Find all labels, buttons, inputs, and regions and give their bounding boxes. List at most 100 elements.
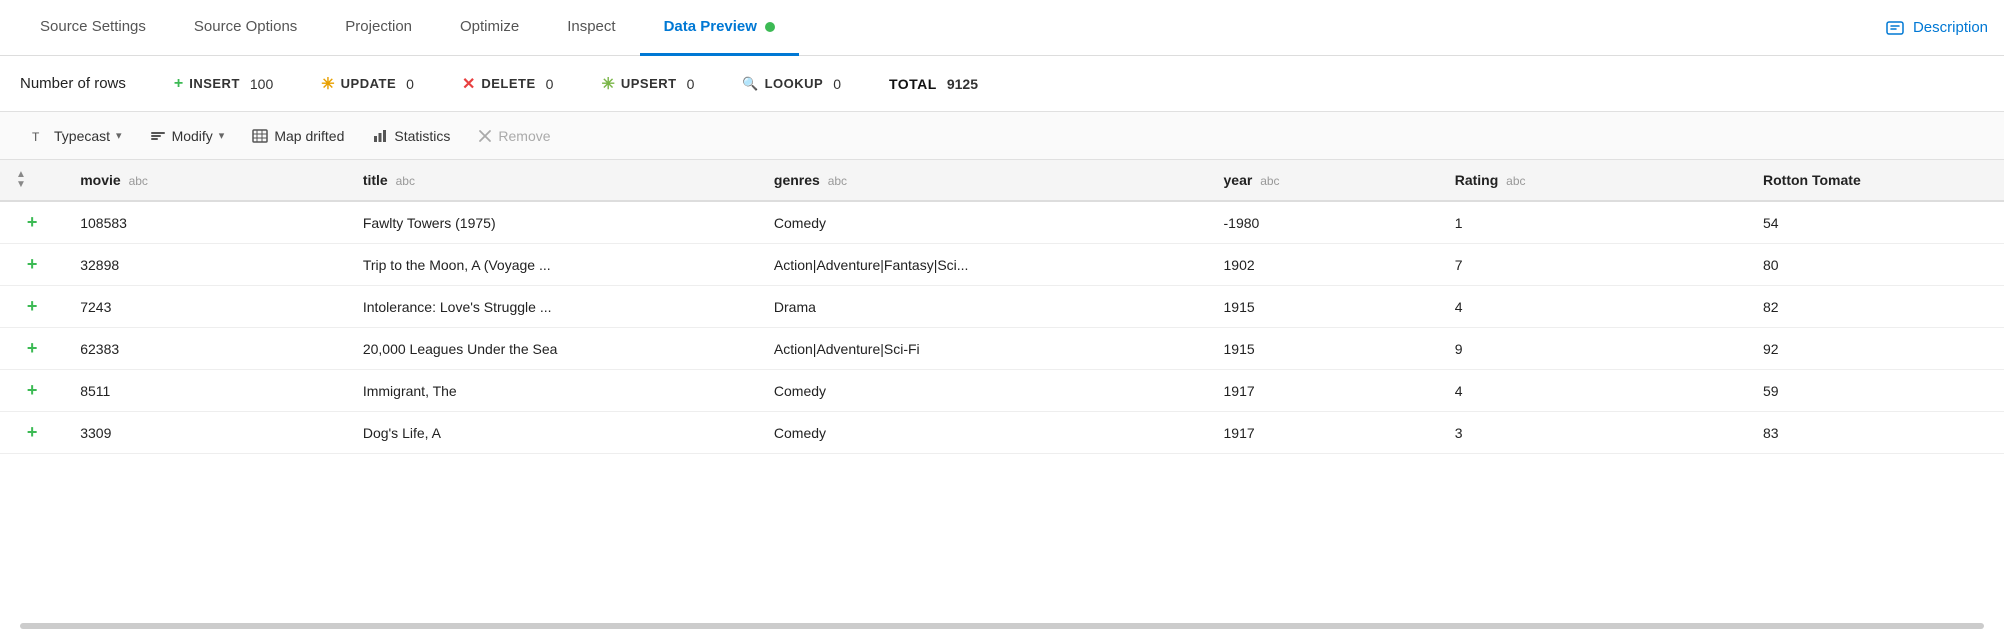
tab-inspect[interactable]: Inspect xyxy=(543,0,639,56)
cell-movie: 108583 xyxy=(64,201,347,244)
table-row: + 3309 Dog's Life, A Comedy 1917 3 83 xyxy=(0,412,2004,454)
tab-projection[interactable]: Projection xyxy=(321,0,436,56)
cell-genres: Comedy xyxy=(758,370,1208,412)
col-header-genres[interactable]: genres abc xyxy=(758,160,1208,201)
col-header-year[interactable]: year abc xyxy=(1208,160,1439,201)
row-add-cell[interactable]: + xyxy=(0,412,64,454)
row-add-cell[interactable]: + xyxy=(0,370,64,412)
cell-genres: Drama xyxy=(758,286,1208,328)
cell-movie: 3309 xyxy=(64,412,347,454)
cell-genres: Comedy xyxy=(758,201,1208,244)
col-year-type: abc xyxy=(1260,174,1279,188)
cell-title: Fawlty Towers (1975) xyxy=(347,201,758,244)
col-header-rotton-tomato[interactable]: Rotton Tomate xyxy=(1747,160,2004,201)
col-header-sort[interactable]: ▲▼ xyxy=(0,160,64,201)
row-add-icon[interactable]: + xyxy=(27,254,38,274)
cell-genres: Action|Adventure|Sci-Fi xyxy=(758,328,1208,370)
row-add-cell[interactable]: + xyxy=(0,328,64,370)
stat-upsert: ✳ UPSERT 0 xyxy=(601,74,694,94)
lookup-label: LOOKUP xyxy=(765,76,824,91)
col-genres-type: abc xyxy=(828,174,847,188)
stat-insert: + INSERT 100 xyxy=(174,75,273,93)
tab-source-settings[interactable]: Source Settings xyxy=(16,0,170,56)
cell-rotton-tomato: 92 xyxy=(1747,328,2004,370)
tab-inspect-label: Inspect xyxy=(567,18,615,35)
cell-movie: 8511 xyxy=(64,370,347,412)
upsert-value: 0 xyxy=(687,76,695,92)
col-header-title[interactable]: title abc xyxy=(347,160,758,201)
col-rating-type: abc xyxy=(1506,174,1525,188)
modify-button[interactable]: Modify ▾ xyxy=(138,122,237,150)
remove-button[interactable]: Remove xyxy=(466,122,562,150)
tab-data-preview[interactable]: Data Preview xyxy=(640,0,799,56)
cell-year: 1917 xyxy=(1208,370,1439,412)
cell-year: -1980 xyxy=(1208,201,1439,244)
map-drifted-label: Map drifted xyxy=(274,128,344,144)
stat-total: TOTAL 9125 xyxy=(889,76,978,92)
description-button[interactable]: Description xyxy=(1885,18,1988,38)
map-drifted-icon xyxy=(252,128,268,144)
table-row: + 32898 Trip to the Moon, A (Voyage ... … xyxy=(0,244,2004,286)
cell-rotton-tomato: 80 xyxy=(1747,244,2004,286)
col-rotton-tomato-label: Rotton Tomate xyxy=(1763,172,1861,188)
tab-optimize[interactable]: Optimize xyxy=(436,0,543,56)
cell-year: 1915 xyxy=(1208,328,1439,370)
row-add-icon[interactable]: + xyxy=(27,422,38,442)
lookup-value: 0 xyxy=(833,76,841,92)
table-row: + 7243 Intolerance: Love's Struggle ... … xyxy=(0,286,2004,328)
cell-rating: 4 xyxy=(1439,370,1747,412)
insert-icon: + xyxy=(174,75,183,93)
row-add-cell[interactable]: + xyxy=(0,286,64,328)
col-header-rating[interactable]: Rating abc xyxy=(1439,160,1747,201)
delete-label: DELETE xyxy=(481,76,535,91)
cell-movie: 32898 xyxy=(64,244,347,286)
table-header-row: ▲▼ movie abc title abc genres abc year a… xyxy=(0,160,2004,201)
horizontal-scrollbar[interactable] xyxy=(20,623,1984,629)
row-add-cell[interactable]: + xyxy=(0,201,64,244)
cell-title: Intolerance: Love's Struggle ... xyxy=(347,286,758,328)
tab-source-settings-label: Source Settings xyxy=(40,18,146,35)
cell-rotton-tomato: 59 xyxy=(1747,370,2004,412)
col-header-movie[interactable]: movie abc xyxy=(64,160,347,201)
stat-lookup: 🔍 LOOKUP 0 xyxy=(742,76,841,92)
rows-label: Number of rows xyxy=(20,75,126,92)
statistics-label: Statistics xyxy=(394,128,450,144)
row-add-icon[interactable]: + xyxy=(27,212,38,232)
cell-rating: 1 xyxy=(1439,201,1747,244)
sort-icon: ▲▼ xyxy=(16,170,26,190)
col-title-type: abc xyxy=(396,174,415,188)
row-add-cell[interactable]: + xyxy=(0,244,64,286)
cell-movie: 62383 xyxy=(64,328,347,370)
insert-label: INSERT xyxy=(189,76,240,91)
map-drifted-button[interactable]: Map drifted xyxy=(240,122,356,150)
description-label: Description xyxy=(1913,19,1988,36)
table-row: + 62383 20,000 Leagues Under the Sea Act… xyxy=(0,328,2004,370)
row-add-icon[interactable]: + xyxy=(27,380,38,400)
col-movie-label: movie xyxy=(80,172,120,188)
tab-source-options[interactable]: Source Options xyxy=(170,0,321,56)
row-add-icon[interactable]: + xyxy=(27,338,38,358)
col-movie-type: abc xyxy=(129,174,148,188)
tab-source-options-label: Source Options xyxy=(194,18,297,35)
modify-icon xyxy=(150,128,166,144)
update-icon: ✳ xyxy=(321,74,334,94)
typecast-button[interactable]: T Typecast ▾ xyxy=(20,122,134,150)
delete-value: 0 xyxy=(546,76,554,92)
cell-title: Immigrant, The xyxy=(347,370,758,412)
total-value: 9125 xyxy=(947,76,978,92)
statistics-button[interactable]: Statistics xyxy=(360,122,462,150)
upsert-label: UPSERT xyxy=(621,76,677,91)
cell-year: 1915 xyxy=(1208,286,1439,328)
cell-title: 20,000 Leagues Under the Sea xyxy=(347,328,758,370)
cell-rating: 3 xyxy=(1439,412,1747,454)
update-label: UPDATE xyxy=(341,76,396,91)
delete-icon: ✕ xyxy=(462,74,475,94)
lookup-icon: 🔍 xyxy=(742,76,758,92)
cell-title: Trip to the Moon, A (Voyage ... xyxy=(347,244,758,286)
svg-text:T: T xyxy=(32,130,40,144)
update-value: 0 xyxy=(406,76,414,92)
remove-icon xyxy=(478,129,492,143)
remove-label: Remove xyxy=(498,128,550,144)
row-add-icon[interactable]: + xyxy=(27,296,38,316)
table-body: + 108583 Fawlty Towers (1975) Comedy -19… xyxy=(0,201,2004,454)
